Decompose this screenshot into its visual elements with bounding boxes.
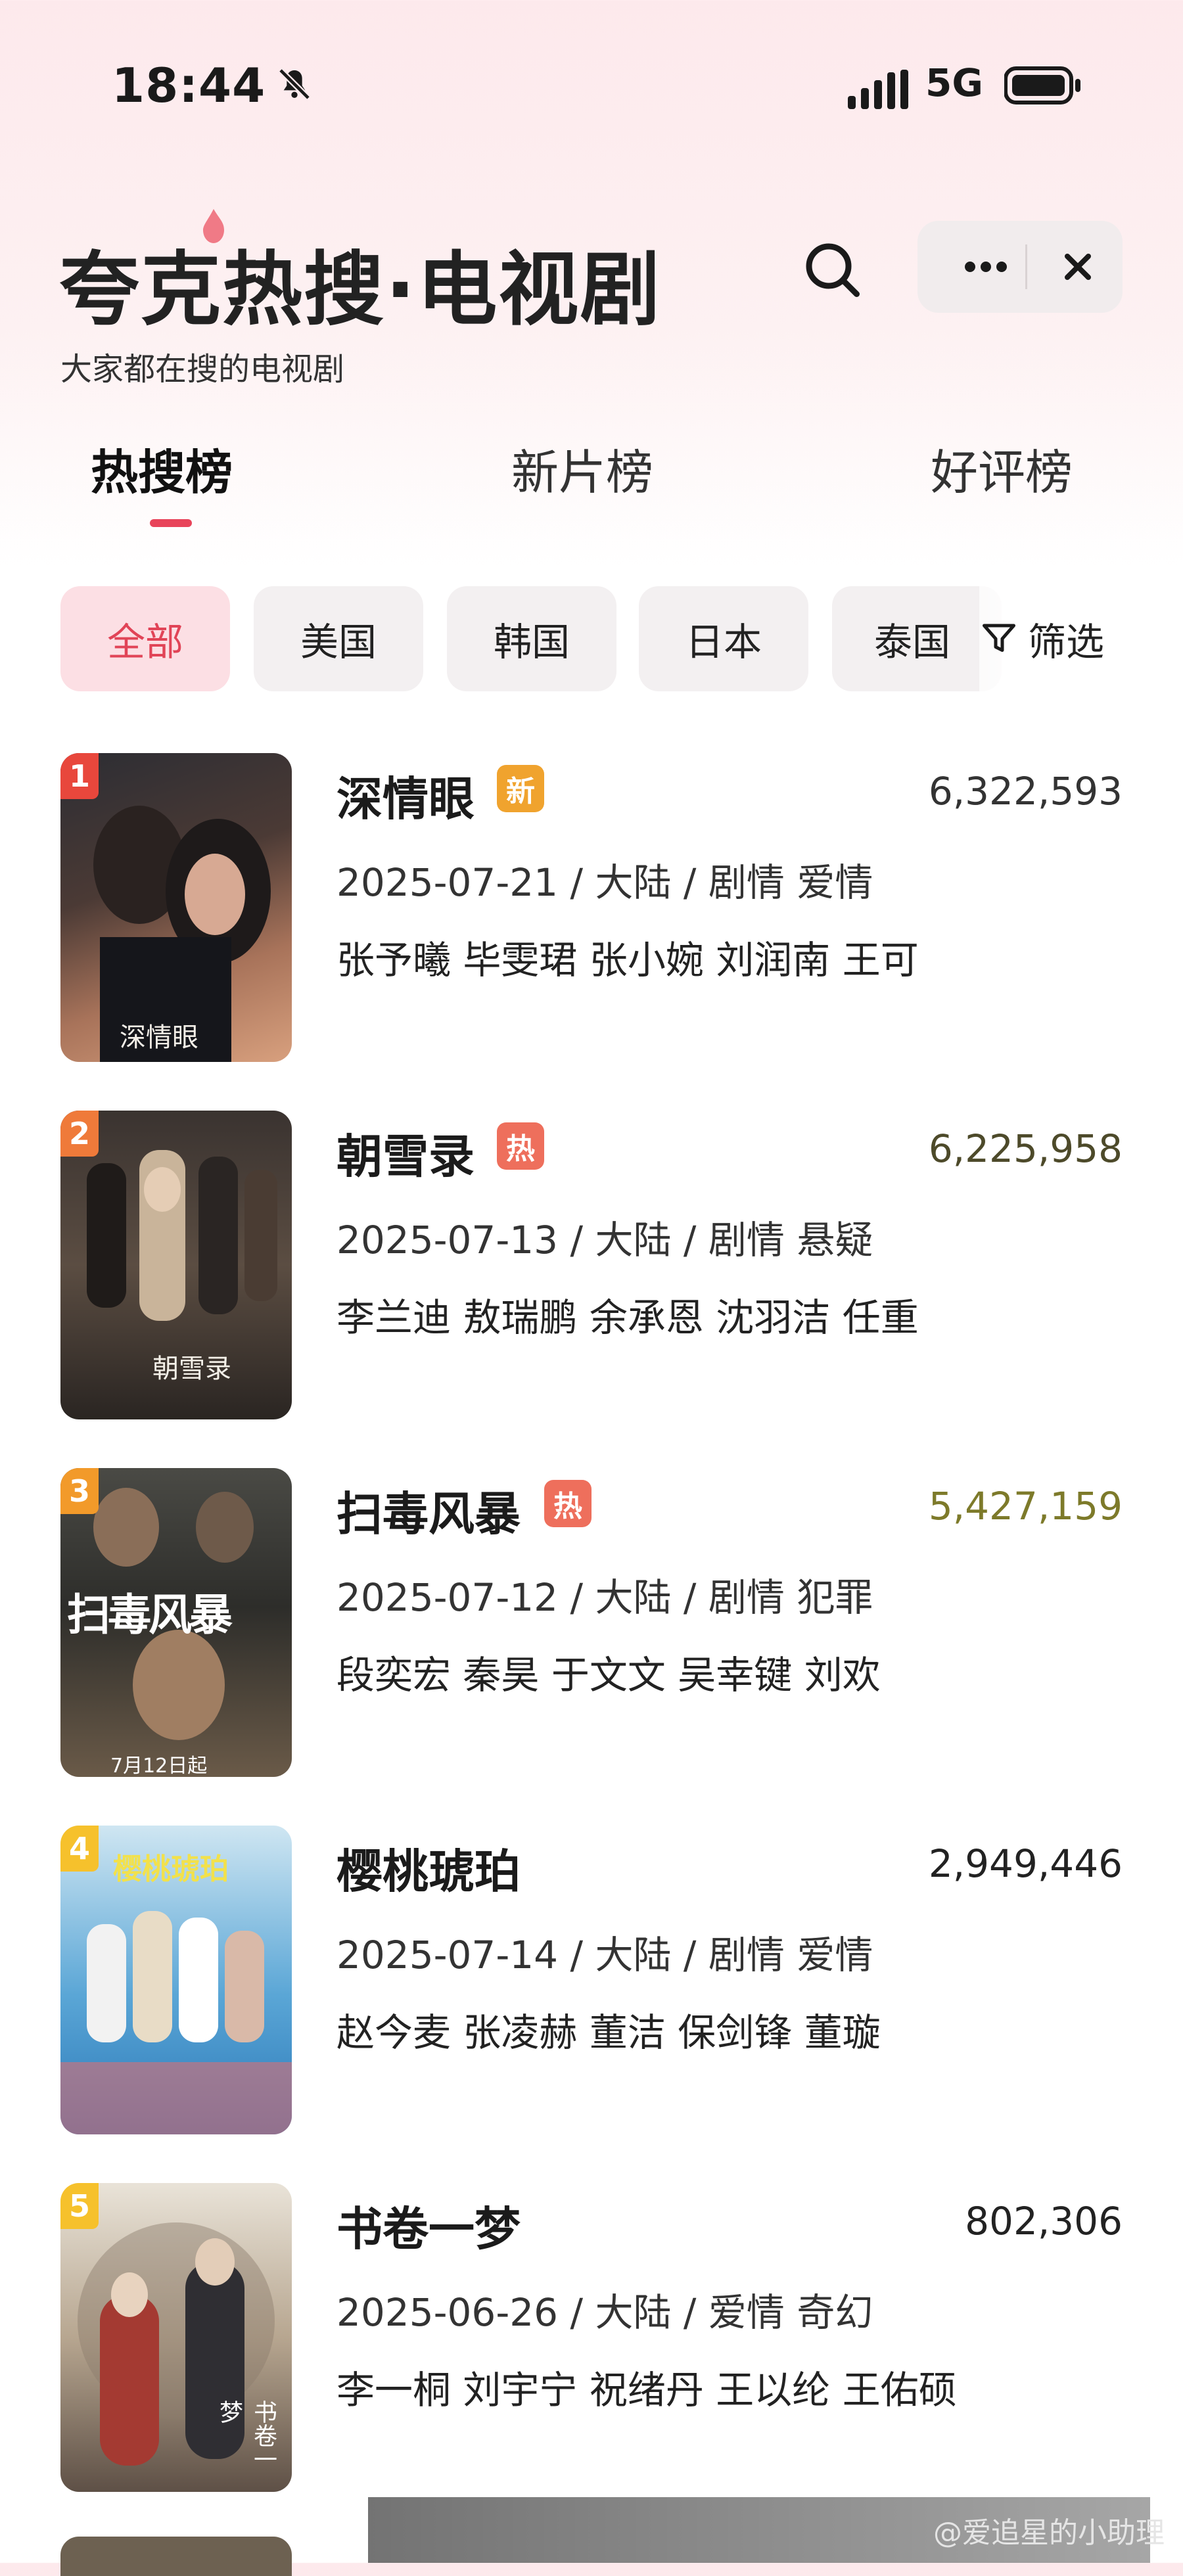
- show-cast: 李一桐 刘宇宁 祝绪丹 王以纶 王佑硕: [336, 2368, 957, 2412]
- poster-image[interactable]: 书卷一梦: [60, 2183, 292, 2492]
- poster-title: 朝雪录: [152, 1354, 231, 1384]
- new-badge: 新: [497, 765, 544, 812]
- capsule-divider: [1025, 244, 1027, 289]
- close-icon[interactable]: [1038, 221, 1117, 313]
- tab-top-rated[interactable]: 好评榜: [931, 434, 1073, 503]
- poster-title: 深情眼: [120, 1023, 198, 1053]
- filter-icon: [983, 624, 1015, 652]
- flame-icon: [203, 209, 224, 243]
- heat-value: 5,427,159: [928, 1484, 1123, 1529]
- network-label: 5G: [925, 60, 983, 105]
- show-meta: 2025-07-14 / 大陆 / 剧情 爱情: [336, 1933, 873, 1977]
- hot-badge: 热: [497, 1122, 544, 1170]
- show-meta: 2025-06-26 / 大陆 / 爱情 奇幻: [336, 2290, 873, 2335]
- chip-usa[interactable]: 美国: [254, 586, 423, 691]
- show-title[interactable]: 扫毒风暴: [336, 1477, 521, 1544]
- chip-thailand[interactable]: 泰国: [832, 586, 1002, 691]
- chip-all[interactable]: 全部: [60, 586, 230, 691]
- show-cast: 段奕宏 秦昊 于文文 吴幸键 刘欢: [336, 1653, 881, 1697]
- signal-icon: [848, 70, 908, 109]
- more-icon[interactable]: [946, 221, 1025, 313]
- show-meta: 2025-07-12 / 大陆 / 剧情 犯罪: [336, 1575, 873, 1620]
- active-tab-indicator: [150, 519, 192, 527]
- chip-korea[interactable]: 韩国: [447, 586, 616, 691]
- rank-badge: 2: [60, 1111, 99, 1157]
- chip-japan[interactable]: 日本: [639, 586, 808, 691]
- battery-icon: [1004, 66, 1080, 104]
- tab-new-releases[interactable]: 新片榜: [511, 434, 653, 503]
- bell-muted-icon: [278, 68, 311, 101]
- poster-image[interactable]: 朝雪录: [60, 1111, 292, 1419]
- show-title[interactable]: 樱桃琥珀: [336, 1835, 521, 1901]
- poster-image[interactable]: 樱桃琥珀: [60, 1826, 292, 2134]
- heat-value: 6,225,958: [928, 1126, 1123, 1171]
- show-cast: 李兰迪 敖瑞鹏 余承恩 沈羽洁 任重: [336, 1295, 919, 1340]
- show-cast: 张予曦 毕雯珺 张小婉 刘润南 王可: [336, 938, 919, 982]
- rank-badge: 3: [60, 1468, 99, 1514]
- hot-badge: 热: [544, 1480, 592, 1527]
- poster-title: 樱桃琥珀: [113, 1852, 229, 1886]
- show-title[interactable]: 深情眼: [336, 762, 475, 829]
- poster-title: 书卷一梦: [216, 2400, 277, 2471]
- poster-title: 扫毒风暴: [67, 1590, 233, 1640]
- filter-label: 筛选: [1028, 620, 1105, 664]
- show-meta: 2025-07-13 / 大陆 / 剧情 悬疑: [336, 1218, 873, 1262]
- poster-image[interactable]: 深情眼: [60, 753, 292, 1062]
- page-subtitle: 大家都在搜的电视剧: [60, 351, 345, 388]
- tab-hot-search[interactable]: 热搜榜: [91, 434, 233, 503]
- poster-image[interactable]: 扫毒风暴 7月12日起: [60, 1468, 292, 1777]
- show-title[interactable]: 朝雪录: [336, 1120, 475, 1186]
- heat-value: 802,306: [965, 2199, 1123, 2243]
- rank-badge: 1: [60, 753, 99, 799]
- rank-badge: 4: [60, 1826, 99, 1872]
- watermark-text: @爱追星的小助理: [933, 2516, 1165, 2550]
- page-title: 夸克热搜·电视剧: [59, 243, 662, 336]
- filter-button[interactable]: 筛选: [979, 586, 1150, 691]
- show-cast: 赵今麦 张凌赫 董洁 保剑锋 董璇: [336, 2010, 881, 2055]
- next-poster-peek: [60, 2537, 292, 2576]
- status-time: 18:44: [112, 58, 266, 113]
- heat-value: 2,949,446: [928, 1841, 1123, 1886]
- heat-value: 6,322,593: [928, 769, 1123, 814]
- poster-release-date: 7月12日起: [110, 1755, 208, 1777]
- rank-badge: 5: [60, 2183, 99, 2229]
- show-meta: 2025-07-21 / 大陆 / 剧情 爱情: [336, 860, 873, 905]
- show-title[interactable]: 书卷一梦: [336, 2192, 521, 2259]
- search-icon[interactable]: [799, 237, 865, 302]
